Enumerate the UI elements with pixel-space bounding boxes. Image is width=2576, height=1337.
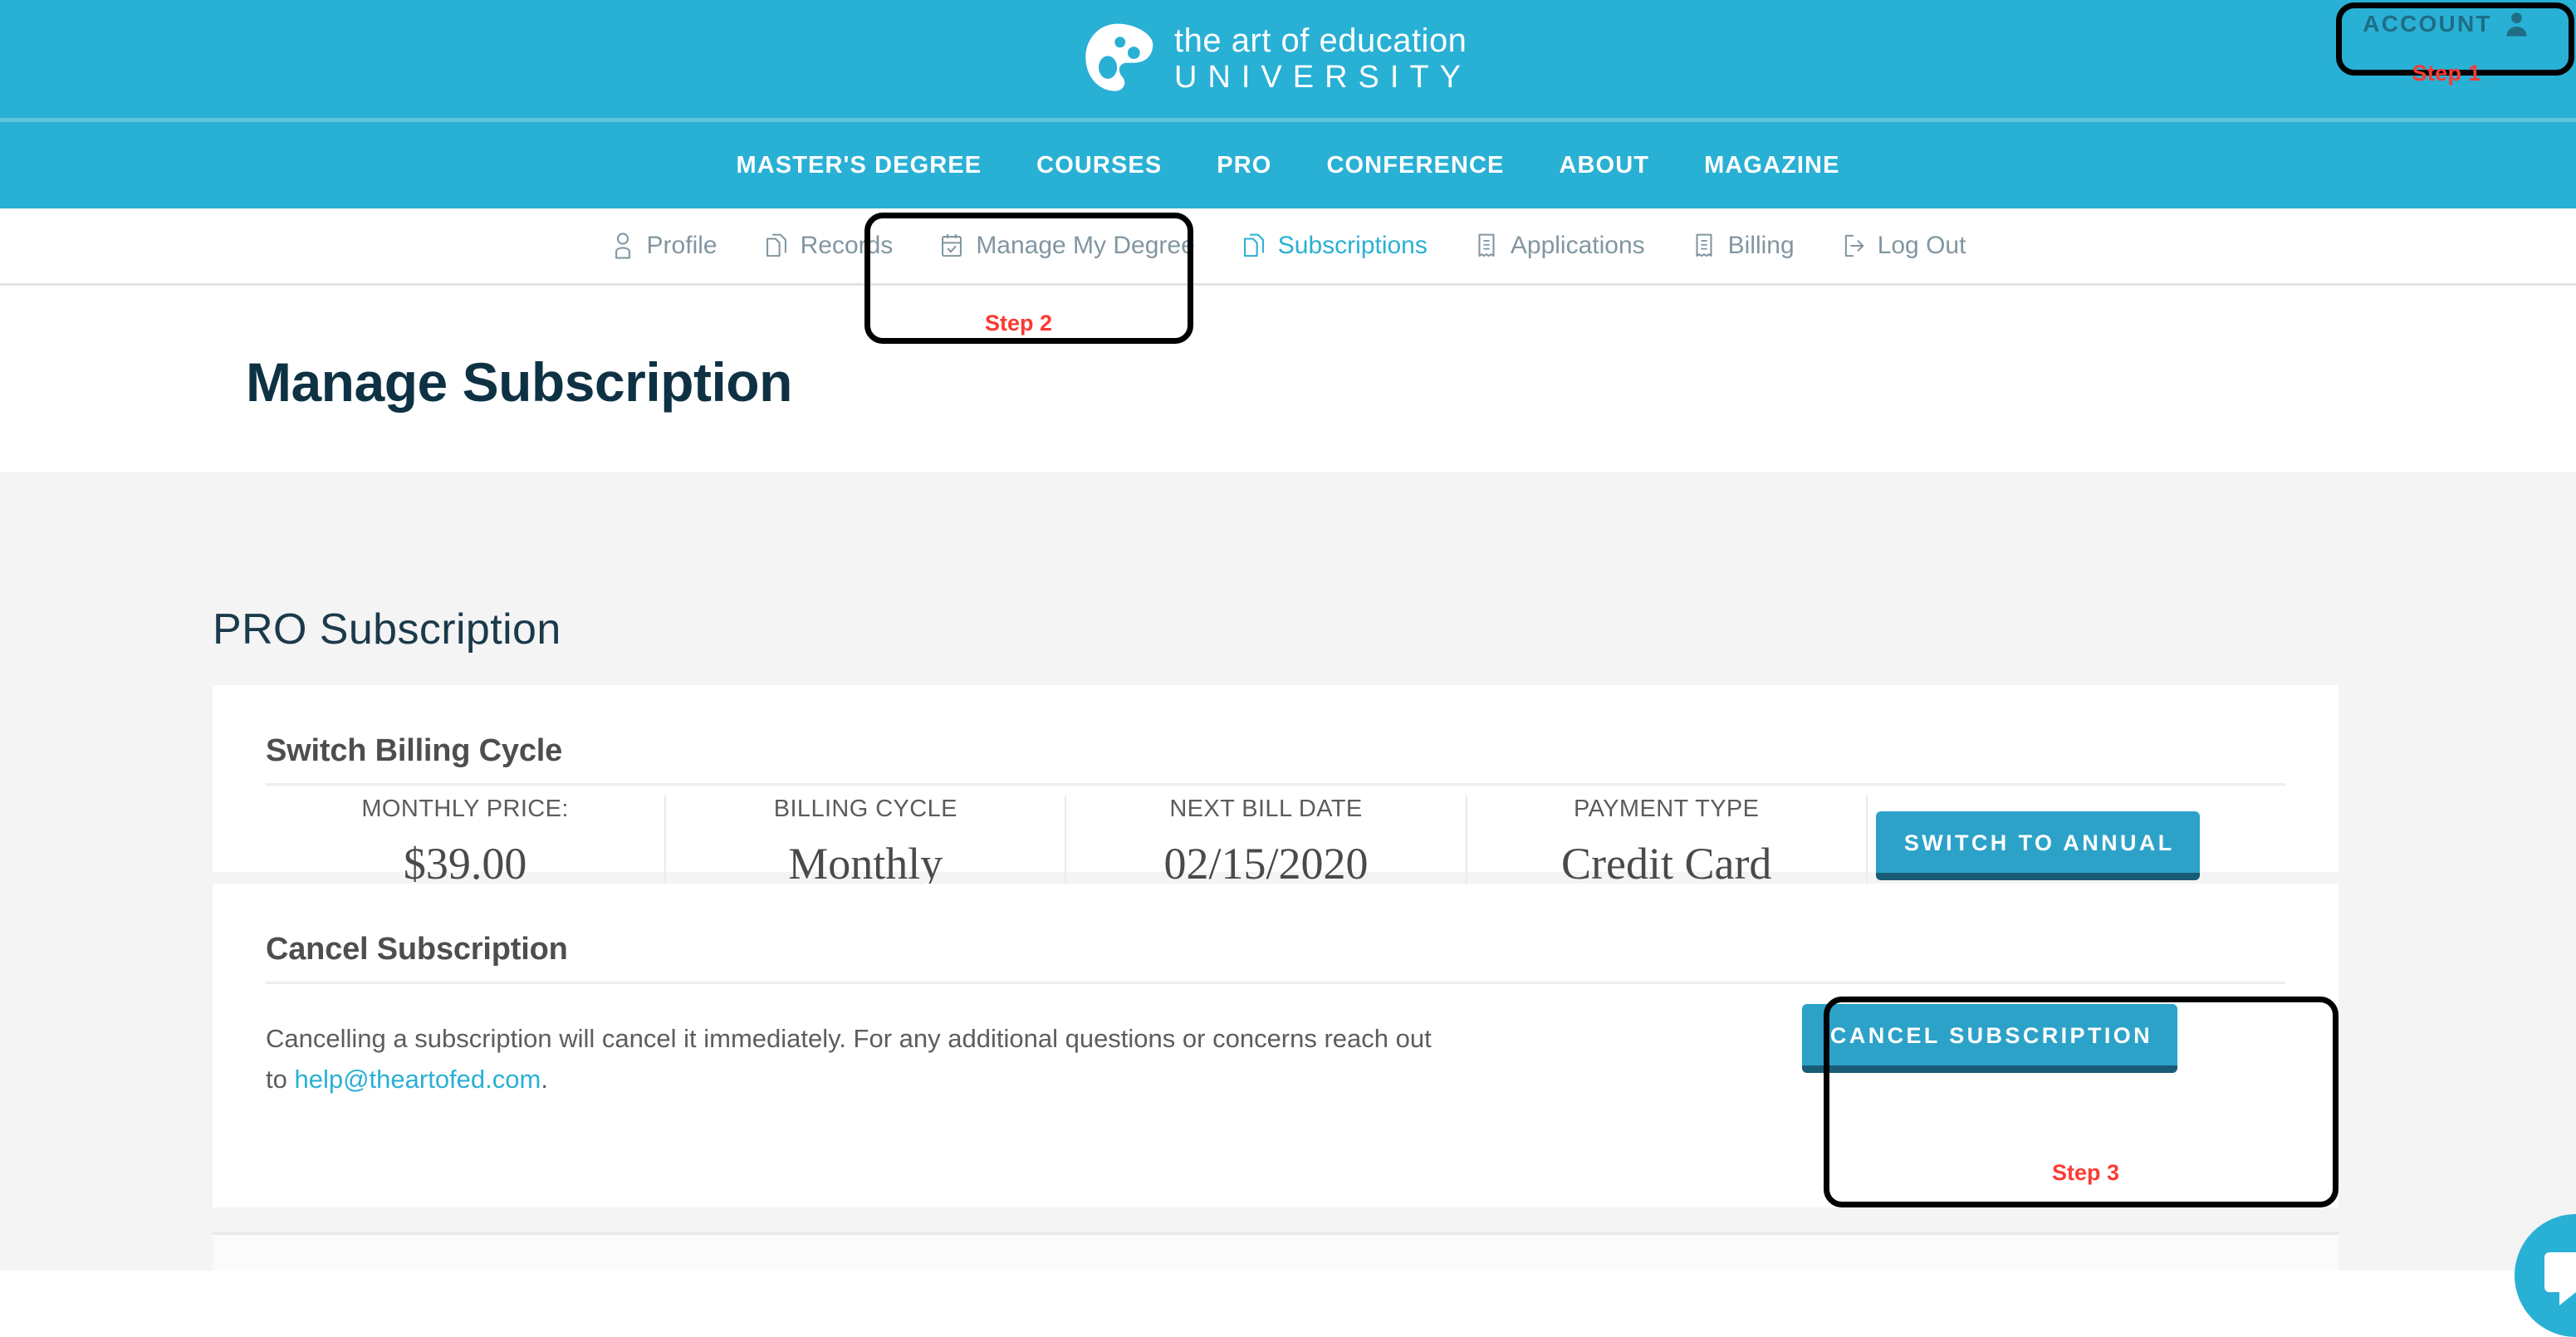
header-logo-bar: the art of education UNIVERSITY [0,0,2576,118]
sub-nav-item-billing[interactable]: Billing [1668,232,1818,260]
receipt-icon [1478,233,1495,257]
sub-nav-item-records[interactable]: Records [741,232,917,260]
copy-documents-icon [1243,233,1264,257]
cancel-subscription-heading: Cancel Subscription [266,932,568,967]
section-title: PRO Subscription [213,605,561,654]
sub-nav-item-subscriptions[interactable]: Subscriptions [1218,232,1451,260]
sub-nav-label-log-out: Log Out [1877,232,1966,259]
nav-item-conference[interactable]: CONFERENCE [1299,152,1531,179]
logo-line-two: UNIVERSITY [1173,60,1472,95]
stat-label: PAYMENT TYPE [1573,796,1760,822]
sub-nav-label-records: Records [800,232,894,259]
card-divider [266,783,2285,786]
sub-nav-label-billing: Billing [1727,232,1795,259]
site-logo[interactable]: the art of education UNIVERSITY [1080,21,1472,97]
stat-billing-cycle: BILLING CYCLE Monthly [666,796,1067,889]
nav-item-masters-degree[interactable]: MASTER'S DEGREE [708,152,1009,179]
stat-payment-type: PAYMENT TYPE Credit Card [1467,796,1868,889]
stat-monthly-price: MONTHLY PRICE: $39.00 [266,796,667,889]
account-menu-button[interactable]: ACCOUNT Step 1 [2322,0,2571,123]
sub-nav-label-applications: Applications [1510,232,1645,259]
nav-item-about[interactable]: ABOUT [1531,152,1677,179]
sub-nav-label-profile: Profile [646,232,717,259]
account-label: ACCOUNT [2363,10,2492,37]
support-email-link[interactable]: help@theartofed.com [294,1065,541,1094]
sub-nav-item-manage-my-degree[interactable]: Manage My Degree [916,232,1217,260]
sub-nav-item-applications[interactable]: Applications [1451,232,1668,260]
user-icon [2506,12,2527,37]
main-navigation: MASTER'S DEGREE COURSES PRO CONFERENCE A… [0,122,2576,208]
calendar-check-icon [942,234,962,257]
logo-line-one: the art of education [1173,22,1467,59]
sub-nav-item-log-out[interactable]: Log Out [1818,232,1990,260]
billing-stats-row: MONTHLY PRICE: $39.00 BILLING CYCLE Mont… [266,796,2285,889]
palette-icon [1085,23,1153,91]
account-row: ACCOUNT [2363,10,2529,37]
sub-nav-label-subscriptions: Subscriptions [1277,232,1428,259]
cancel-subscription-button[interactable]: CANCEL SUBSCRIPTION [1801,1004,2178,1073]
receipt-icon [1696,233,1712,257]
copy-documents-icon [766,233,786,257]
nav-item-courses[interactable]: COURSES [1009,152,1189,179]
account-sub-navigation: Profile Records Manage My Degree Subscri… [0,208,2576,283]
stat-value: Monthly [788,839,943,889]
cancel-subscription-description: Cancelling a subscription will cancel it… [266,1018,1453,1099]
annotation-step-1-label: Step 1 [2412,61,2481,86]
cancel-subscription-card: Cancel Subscription Cancelling a subscri… [213,884,2338,1207]
stat-label: NEXT BILL DATE [1169,796,1363,822]
switch-to-annual-button[interactable]: SWITCH TO ANNUAL [1875,811,2200,880]
switch-billing-cycle-heading: Switch Billing Cycle [266,733,563,768]
card-divider [266,982,2285,984]
switch-to-annual-cell: SWITCH TO ANNUAL [1868,796,2285,889]
annotation-step-2-label: Step 2 [985,311,1053,335]
sign-out-icon [1844,234,1864,257]
annotation-step-3-label: Step 3 [2052,1160,2120,1185]
switch-billing-cycle-card: Switch Billing Cycle MONTHLY PRICE: $39.… [213,685,2338,889]
chat-bubble-icon [2544,1252,2576,1305]
sub-nav-item-profile[interactable]: Profile [587,232,741,260]
next-card-section [213,1232,2338,1271]
page-title-area: Manage Subscription [0,286,2576,472]
stat-value: $39.00 [403,839,527,889]
stat-value: Credit Card [1560,839,1772,889]
stat-next-bill-date: NEXT BILL DATE 02/15/2020 [1066,796,1467,889]
sub-nav-label-manage-my-degree: Manage My Degree [976,232,1195,259]
nav-item-magazine[interactable]: MAGAZINE [1677,152,1867,179]
page-title: Manage Subscription [246,351,792,413]
main-content: PRO Subscription Switch Billing Cycle MO… [0,472,2576,1271]
stat-label: MONTHLY PRICE: [361,796,569,822]
cancel-button-wrap: CANCEL SUBSCRIPTION [1757,1004,2222,1073]
cancel-text-after: . [541,1065,548,1094]
person-icon [615,233,630,259]
stat-label: BILLING CYCLE [773,796,957,822]
nav-item-pro[interactable]: PRO [1189,152,1299,179]
stat-value: 02/15/2020 [1163,839,1369,889]
